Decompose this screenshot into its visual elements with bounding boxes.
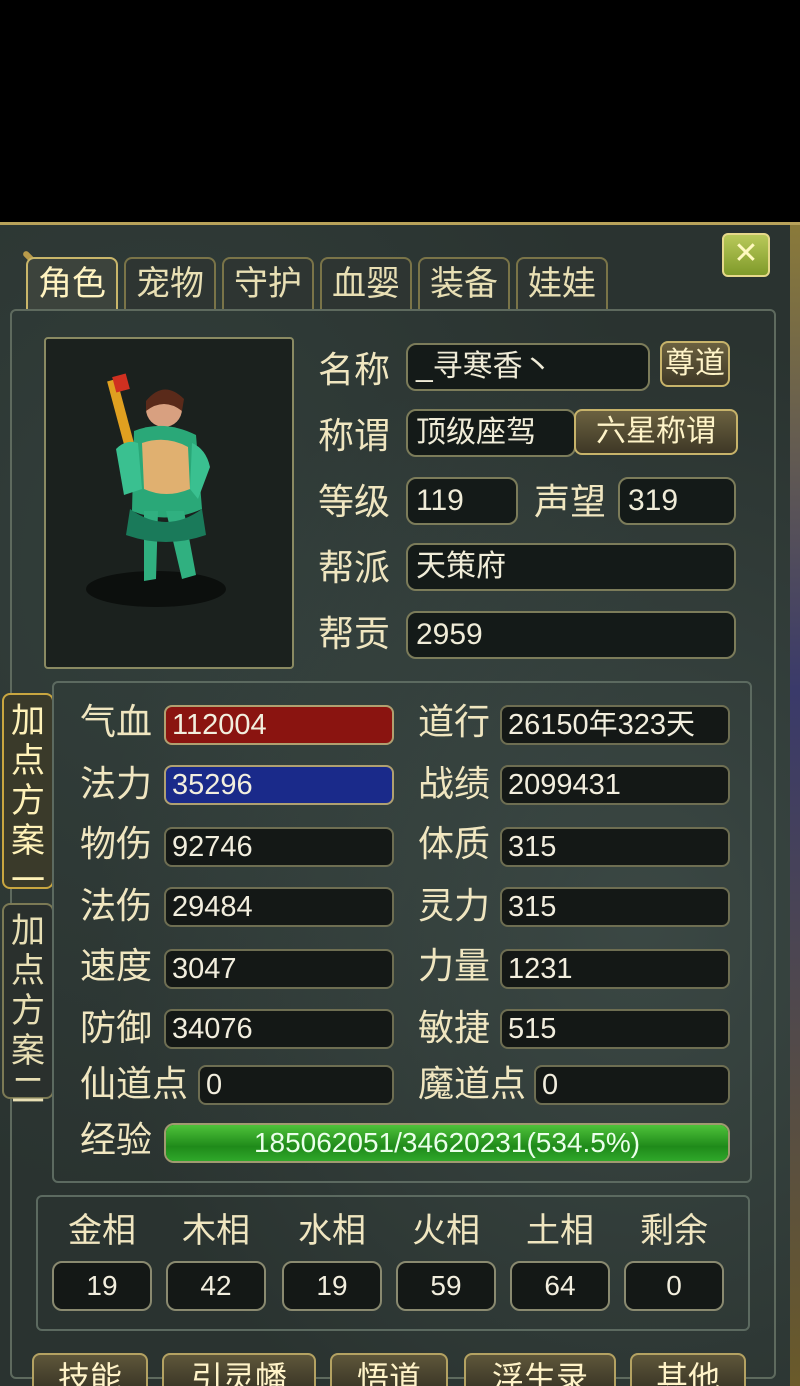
- exp-progress-bar: 185062051/34620231(534.5%): [164, 1123, 730, 1163]
- stat-label-defense: 防御: [80, 1008, 153, 1049]
- stat-value-record: 2099431: [500, 765, 730, 805]
- tab-bar: 角色 宠物 守护 血婴 装备 娃娃: [26, 257, 608, 309]
- element-value-fire: 59: [396, 1261, 496, 1311]
- stat-label-dao: 道行: [418, 702, 491, 743]
- exp-label: 经验: [80, 1120, 153, 1161]
- stat-value-speed: 3047: [164, 949, 394, 989]
- element-value-wood: 42: [166, 1261, 266, 1311]
- stat-label-speed: 速度: [80, 946, 153, 987]
- stat-value-defense: 34076: [164, 1009, 394, 1049]
- spirit-banner-button[interactable]: 引灵幡: [162, 1353, 316, 1386]
- stat-value-mp: 35296: [164, 765, 394, 805]
- element-value-remaining: 0: [624, 1261, 724, 1311]
- other-button[interactable]: 其他: [630, 1353, 746, 1386]
- stat-label-phys-dmg: 物伤: [80, 824, 153, 865]
- prestige-label: 声望: [534, 482, 607, 523]
- side-tab-plan-two[interactable]: 加点方案二: [2, 903, 54, 1111]
- name-field: _寻寒香丶: [406, 343, 650, 391]
- element-label-metal: 金相: [68, 1211, 136, 1251]
- side-tab-plan-one[interactable]: 加点方案一: [2, 693, 54, 901]
- element-label-earth: 土相: [526, 1211, 594, 1251]
- stat-value-constitution: 315: [500, 827, 730, 867]
- stat-value-spirit: 315: [500, 887, 730, 927]
- title-label: 称谓: [318, 416, 391, 457]
- tab-character[interactable]: 角色: [26, 257, 118, 309]
- character-portrait: [44, 337, 294, 669]
- stat-label-mp: 法力: [80, 764, 153, 805]
- faction-label: 帮派: [318, 548, 391, 589]
- prestige-field: 319: [618, 477, 736, 525]
- tab-pet[interactable]: 宠物: [124, 257, 216, 309]
- stat-label-record: 战绩: [418, 764, 491, 805]
- exp-progress-text: 185062051/34620231(534.5%): [253, 1127, 641, 1158]
- six-star-title-button[interactable]: 六星称谓: [574, 409, 738, 455]
- faction-field: 天策府: [406, 543, 736, 591]
- floating-life-button[interactable]: 浮生录: [464, 1353, 616, 1386]
- stat-value-dao: 26150年323天: [500, 705, 730, 745]
- contribution-label: 帮贡: [318, 614, 391, 655]
- tab-blood-infant[interactable]: 血婴: [320, 257, 412, 309]
- stat-value-immortal-points: 0: [198, 1065, 394, 1105]
- stat-value-hp: 112004: [164, 705, 394, 745]
- stat-label-demon-points: 魔道点: [418, 1064, 527, 1105]
- character-sprite: [86, 373, 226, 607]
- element-value-metal: 19: [52, 1261, 152, 1311]
- level-label: 等级: [318, 482, 391, 523]
- element-label-fire: 火相: [412, 1211, 480, 1251]
- element-label-wood: 木相: [182, 1211, 250, 1251]
- side-tab-plan-one-label: 加点方案一: [11, 701, 45, 901]
- tab-doll[interactable]: 娃娃: [516, 257, 608, 309]
- stat-label-mag-dmg: 法伤: [80, 886, 153, 927]
- character-panel: ✕ 角色 宠物 守护 血婴 装备 娃娃 名称 _寻寒香丶 尊道 称谓 顶级座驾 …: [0, 222, 800, 1386]
- title-field: 顶级座驾: [406, 409, 576, 457]
- stat-label-hp: 气血: [80, 702, 153, 743]
- element-value-earth: 64: [510, 1261, 610, 1311]
- stat-label-immortal-points: 仙道点: [80, 1064, 189, 1105]
- tab-equipment[interactable]: 装备: [418, 257, 510, 309]
- stat-label-agility: 敏捷: [418, 1008, 491, 1049]
- element-label-remaining: 剩余: [640, 1211, 708, 1251]
- stat-label-spirit: 灵力: [418, 886, 491, 927]
- stat-label-constitution: 体质: [418, 824, 491, 865]
- tab-guardian[interactable]: 守护: [222, 257, 314, 309]
- contribution-field: 2959: [406, 611, 736, 659]
- stat-value-agility: 515: [500, 1009, 730, 1049]
- stat-label-strength: 力量: [418, 946, 491, 987]
- stats-frame: [52, 681, 752, 1183]
- dao-button[interactable]: 尊道: [660, 341, 730, 387]
- window-edge: [790, 225, 800, 1386]
- element-value-water: 19: [282, 1261, 382, 1311]
- close-icon[interactable]: ✕: [722, 233, 770, 277]
- stat-value-mag-dmg: 29484: [164, 887, 394, 927]
- element-label-water: 水相: [298, 1211, 366, 1251]
- level-field: 119: [406, 477, 518, 525]
- skills-button[interactable]: 技能: [32, 1353, 148, 1386]
- stat-value-demon-points: 0: [534, 1065, 730, 1105]
- stat-value-phys-dmg: 92746: [164, 827, 394, 867]
- name-label: 名称: [318, 350, 391, 391]
- side-tab-plan-two-label: 加点方案二: [11, 911, 45, 1111]
- stat-value-strength: 1231: [500, 949, 730, 989]
- enlightenment-button[interactable]: 悟道: [330, 1353, 448, 1386]
